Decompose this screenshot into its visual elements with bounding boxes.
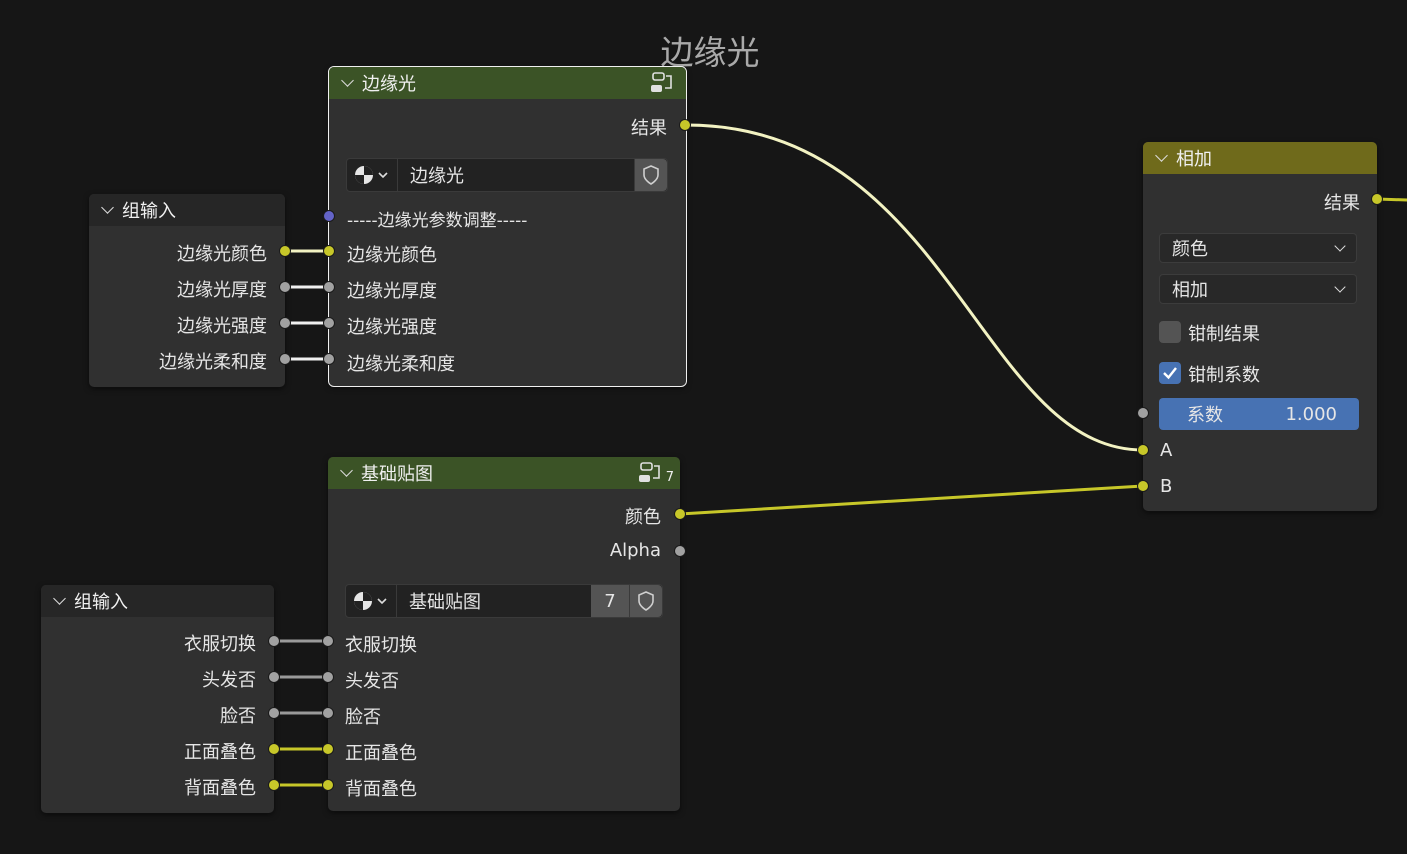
socket-gi1-rim-thickness[interactable] bbox=[279, 281, 291, 293]
clamp-factor-checkbox[interactable] bbox=[1159, 362, 1181, 384]
group-input-node-2[interactable]: 组输入 衣服切换 头发否 脸否 正面叠色 背面叠色 bbox=[41, 585, 274, 813]
mix-node[interactable]: 相加 结果 颜色 相加 钳制结果 钳制系数 系数 1.000 A B bbox=[1143, 142, 1377, 511]
output-rim-strength: 边缘光强度 bbox=[177, 316, 267, 337]
user-count[interactable]: 7 bbox=[591, 585, 629, 617]
input-a-label: A bbox=[1160, 440, 1173, 461]
output-hair: 头发否 bbox=[202, 670, 256, 691]
input-rim-thickness: 边缘光厚度 bbox=[347, 281, 437, 302]
node-group-selector[interactable]: 边缘光 bbox=[346, 158, 668, 192]
link-rim-result-to-a bbox=[685, 123, 1144, 452]
socket-rim-separator[interactable] bbox=[323, 210, 335, 222]
socket-base-face-in[interactable] bbox=[322, 707, 334, 719]
node-title: 基础贴图 bbox=[361, 464, 433, 485]
node-header[interactable]: 组输入 bbox=[41, 585, 274, 617]
node-tree-icon[interactable] bbox=[346, 585, 397, 617]
output-rim-thickness: 边缘光厚度 bbox=[177, 280, 267, 301]
node-group-icon[interactable] bbox=[638, 462, 662, 484]
chevron-down-icon[interactable] bbox=[101, 201, 114, 214]
socket-mix-a-in[interactable] bbox=[1137, 444, 1149, 456]
socket-rim-strength-in[interactable] bbox=[323, 317, 335, 329]
output-clothes-switch: 衣服切换 bbox=[184, 634, 256, 655]
clamp-result-label: 钳制结果 bbox=[1188, 324, 1260, 345]
data-type-dropdown[interactable]: 颜色 bbox=[1159, 233, 1357, 263]
node-title: 相加 bbox=[1176, 149, 1212, 170]
socket-gi1-rim-color[interactable] bbox=[279, 245, 291, 257]
chevron-down-icon bbox=[1334, 281, 1346, 293]
output-color-label: 颜色 bbox=[625, 507, 661, 528]
header-user-count: 7 bbox=[665, 470, 674, 485]
input-face: 脸否 bbox=[345, 707, 381, 728]
socket-mix-b-in[interactable] bbox=[1137, 480, 1149, 492]
input-b-label: B bbox=[1160, 476, 1173, 497]
node-title: 边缘光 bbox=[362, 74, 416, 95]
blend-mode-dropdown[interactable]: 相加 bbox=[1159, 274, 1357, 304]
rim-light-group-node[interactable]: 边缘光 结果 边缘光 -----边缘光参数调整----- 边缘光颜色 边缘光厚度… bbox=[328, 66, 687, 387]
output-rim-color: 边缘光颜色 bbox=[177, 244, 267, 265]
socket-base-clothes-in[interactable] bbox=[322, 635, 334, 647]
node-header[interactable]: 基础贴图 7 bbox=[328, 457, 680, 489]
node-tree-icon[interactable] bbox=[347, 159, 398, 191]
chevron-down-icon[interactable] bbox=[340, 464, 353, 477]
output-rim-softness: 边缘光柔和度 bbox=[159, 352, 267, 373]
input-front-tint: 正面叠色 bbox=[345, 743, 417, 764]
socket-gi2-back-tint[interactable] bbox=[268, 779, 280, 791]
socket-base-alpha-out[interactable] bbox=[674, 545, 686, 557]
socket-gi2-clothes[interactable] bbox=[268, 635, 280, 647]
blend-mode-value: 相加 bbox=[1172, 280, 1208, 301]
input-rim-softness: 边缘光柔和度 bbox=[347, 354, 455, 375]
node-header[interactable]: 边缘光 bbox=[329, 67, 686, 99]
socket-base-color-out[interactable] bbox=[674, 508, 686, 520]
node-header[interactable]: 组输入 bbox=[89, 194, 285, 226]
chevron-down-icon[interactable] bbox=[53, 592, 66, 605]
factor-label: 系数 bbox=[1187, 405, 1223, 426]
socket-rim-thickness-in[interactable] bbox=[323, 281, 335, 293]
node-title: 组输入 bbox=[122, 201, 176, 222]
socket-base-front-tint-in[interactable] bbox=[322, 743, 334, 755]
input-rim-strength: 边缘光强度 bbox=[347, 317, 437, 338]
node-header[interactable]: 相加 bbox=[1143, 142, 1377, 174]
socket-gi1-rim-softness[interactable] bbox=[279, 353, 291, 365]
datablock-name[interactable]: 边缘光 bbox=[398, 162, 634, 188]
group-input-node-1[interactable]: 组输入 边缘光颜色 边缘光厚度 边缘光强度 边缘光柔和度 bbox=[89, 194, 285, 387]
input-back-tint: 背面叠色 bbox=[345, 779, 417, 800]
socket-rim-color-in[interactable] bbox=[323, 245, 335, 257]
output-alpha-label: Alpha bbox=[609, 540, 661, 561]
socket-base-hair-in[interactable] bbox=[322, 671, 334, 683]
output-back-tint: 背面叠色 bbox=[184, 778, 256, 799]
link-base-color-to-b bbox=[679, 484, 1144, 516]
clamp-result-checkbox[interactable] bbox=[1159, 321, 1181, 343]
fake-user-shield-icon[interactable] bbox=[634, 159, 667, 191]
socket-rim-result[interactable] bbox=[679, 119, 691, 131]
socket-rim-softness-in[interactable] bbox=[323, 353, 335, 365]
output-result-label: 结果 bbox=[631, 118, 667, 139]
socket-gi2-face[interactable] bbox=[268, 707, 280, 719]
output-front-tint: 正面叠色 bbox=[184, 742, 256, 763]
node-title: 组输入 bbox=[74, 592, 128, 613]
socket-gi1-rim-strength[interactable] bbox=[279, 317, 291, 329]
chevron-down-icon[interactable] bbox=[341, 74, 354, 87]
chevron-down-icon bbox=[1334, 240, 1346, 252]
fake-user-shield-icon[interactable] bbox=[629, 585, 662, 617]
datablock-name[interactable]: 基础贴图 bbox=[397, 588, 591, 614]
node-group-icon[interactable] bbox=[650, 72, 674, 94]
base-texture-group-node[interactable]: 基础贴图 7 颜色 Alpha 基础贴图 7 衣服切换 头发否 脸否 正面叠色 … bbox=[328, 457, 680, 811]
input-hair: 头发否 bbox=[345, 671, 399, 692]
factor-value: 1.000 bbox=[1285, 403, 1337, 425]
node-group-selector[interactable]: 基础贴图 7 bbox=[345, 584, 663, 618]
input-clothes-switch: 衣服切换 bbox=[345, 635, 417, 656]
data-type-value: 颜色 bbox=[1172, 239, 1208, 260]
separator-label: -----边缘光参数调整----- bbox=[347, 211, 528, 231]
clamp-factor-label: 钳制系数 bbox=[1188, 365, 1260, 386]
chevron-down-icon[interactable] bbox=[1155, 149, 1168, 162]
output-face: 脸否 bbox=[220, 706, 256, 727]
factor-slider[interactable]: 系数 1.000 bbox=[1159, 398, 1359, 430]
socket-gi2-hair[interactable] bbox=[268, 671, 280, 683]
socket-mix-result-out[interactable] bbox=[1371, 193, 1383, 205]
socket-mix-factor-in[interactable] bbox=[1137, 407, 1149, 419]
socket-gi2-front-tint[interactable] bbox=[268, 743, 280, 755]
output-result-label: 结果 bbox=[1324, 193, 1360, 214]
socket-base-back-tint-in[interactable] bbox=[322, 779, 334, 791]
checkmark-icon bbox=[1163, 367, 1177, 380]
input-rim-color: 边缘光颜色 bbox=[347, 245, 437, 266]
